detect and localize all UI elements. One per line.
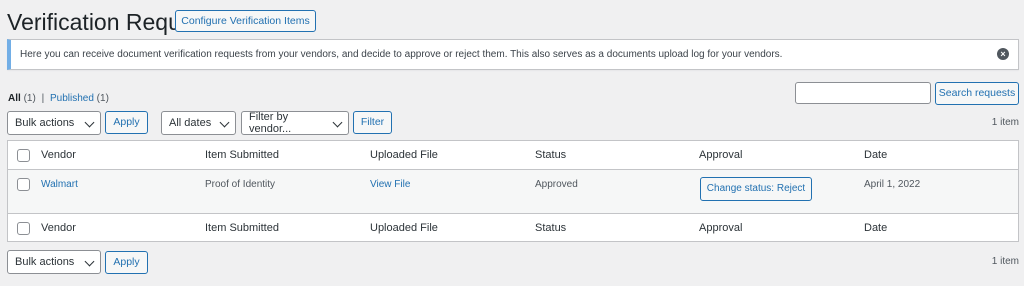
status-value: Approved	[535, 179, 578, 190]
column-status: Status	[535, 149, 567, 161]
chevron-down-icon	[84, 117, 95, 128]
item-submitted-value: Proof of Identity	[205, 179, 276, 190]
chevron-down-icon	[332, 117, 343, 128]
item-count-bottom: 1 item	[991, 256, 1019, 267]
apply-button-top[interactable]: Apply	[105, 111, 148, 134]
select-all-checkbox[interactable]	[17, 149, 30, 162]
row-checkbox[interactable]	[17, 178, 30, 191]
column-status-footer: Status	[535, 222, 567, 234]
date-value: April 1, 2022	[864, 179, 921, 190]
view-file-link[interactable]: View File	[370, 179, 410, 190]
select-all-checkbox-footer[interactable]	[17, 222, 30, 235]
dismiss-notice-icon[interactable]: ×	[997, 48, 1009, 60]
status-views: All (1) | Published (1)	[8, 93, 109, 104]
column-approval: Approval	[699, 149, 743, 161]
column-vendor[interactable]: Vendor	[41, 149, 76, 161]
bulk-actions-label: Bulk actions	[15, 117, 75, 129]
configure-verification-items-button[interactable]: Configure Verification Items	[175, 10, 316, 32]
column-item-submitted-footer: Item Submitted	[205, 222, 279, 234]
info-notice: Here you can receive document verificati…	[7, 39, 1019, 70]
view-published-link[interactable]: Published	[50, 93, 94, 104]
table-header-row: Vendor Item Submitted Uploaded File Stat…	[8, 141, 1018, 170]
table-row: Walmart Proof of Identity View File Appr…	[8, 170, 1018, 213]
column-vendor-footer[interactable]: Vendor	[41, 222, 76, 234]
column-approval-footer: Approval	[699, 222, 743, 234]
views-separator: |	[41, 93, 45, 104]
date-filter-label: All dates	[169, 117, 212, 129]
search-input[interactable]	[795, 82, 931, 104]
filter-button[interactable]: Filter	[353, 111, 392, 134]
change-status-reject-button[interactable]: Change status: Reject	[700, 177, 812, 201]
notice-text: Here you can receive document verificati…	[20, 49, 783, 60]
requests-table: Vendor Item Submitted Uploaded File Stat…	[7, 140, 1019, 242]
column-item-submitted: Item Submitted	[205, 149, 279, 161]
view-all-link[interactable]: All	[8, 93, 21, 104]
column-date-footer[interactable]: Date	[864, 222, 887, 234]
chevron-down-icon	[84, 256, 95, 267]
search-requests-button[interactable]: Search requests	[935, 82, 1019, 105]
apply-button-bottom[interactable]: Apply	[105, 251, 148, 274]
vendor-filter-select[interactable]: Filter by vendor...	[241, 111, 349, 135]
column-date[interactable]: Date	[864, 149, 887, 161]
table-footer-row: Vendor Item Submitted Uploaded File Stat…	[8, 213, 1018, 242]
column-uploaded-file: Uploaded File	[370, 149, 438, 161]
view-all-count: (1)	[23, 93, 36, 104]
item-count-top: 1 item	[991, 117, 1019, 128]
bulk-actions-select-bottom[interactable]: Bulk actions	[7, 250, 101, 274]
vendor-link[interactable]: Walmart	[41, 179, 78, 190]
bulk-actions-label-bottom: Bulk actions	[15, 256, 75, 268]
view-published-count: (1)	[96, 93, 109, 104]
column-uploaded-file-footer: Uploaded File	[370, 222, 438, 234]
vendor-filter-label: Filter by vendor...	[249, 111, 292, 135]
bulk-actions-select-top[interactable]: Bulk actions	[7, 111, 101, 135]
date-filter-select[interactable]: All dates	[161, 111, 236, 135]
chevron-down-icon	[219, 117, 230, 128]
